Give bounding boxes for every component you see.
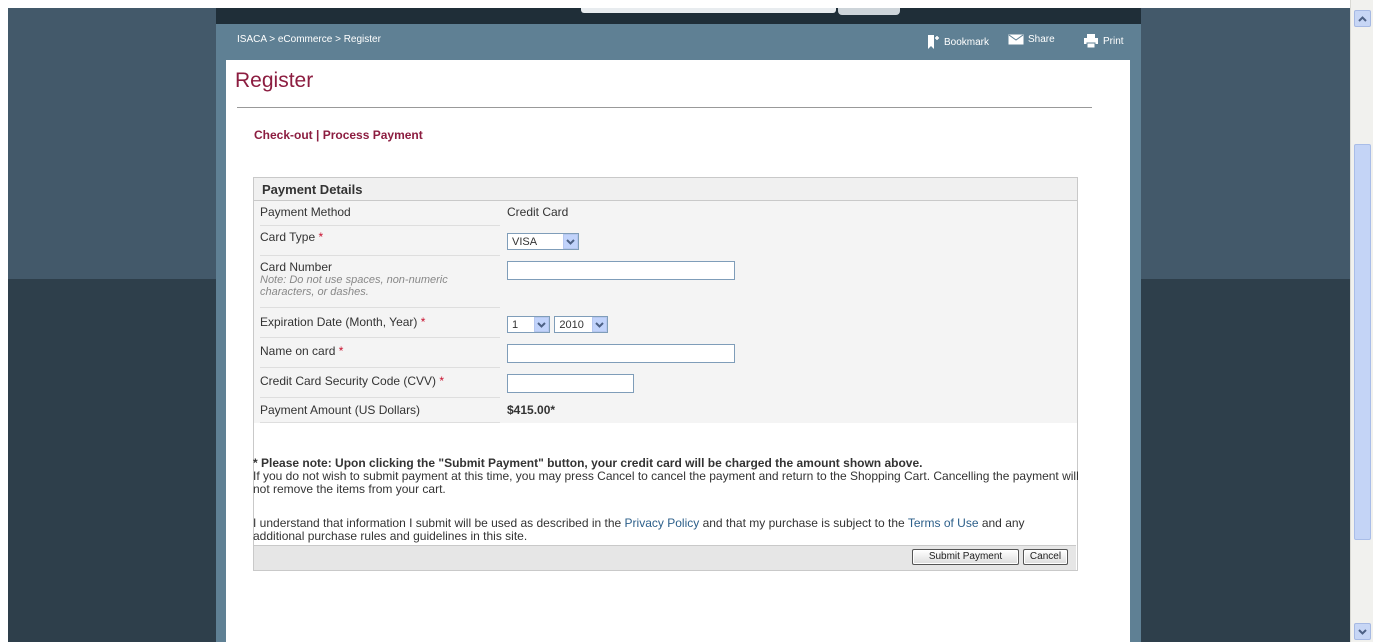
payment-notice: * Please note: Upon clicking the "Submit…	[253, 457, 1079, 496]
row-expiration: Expiration Date (Month, Year) * 1 2010	[254, 308, 1077, 338]
share-link[interactable]: Share	[1008, 34, 1055, 45]
privacy-policy-link[interactable]: Privacy Policy	[625, 516, 700, 530]
row-payment-method: Payment Method Credit Card	[254, 201, 1077, 226]
print-label: Print	[1103, 35, 1124, 47]
printer-icon	[1083, 34, 1099, 48]
panel-header: Payment Details	[254, 178, 1077, 201]
row-card-type: Card Type * VISA	[254, 226, 1077, 256]
breadcrumb[interactable]: ISACA > eCommerce > Register	[237, 34, 381, 45]
payment-method-value: Credit Card	[507, 205, 569, 219]
window-left-edge	[0, 0, 8, 642]
panel-title: Payment Details	[262, 182, 363, 197]
payment-notice-bold: * Please note: Upon clicking the "Submit…	[253, 456, 923, 470]
expiration-label: Expiration Date (Month, Year) *	[260, 308, 500, 338]
chevron-down-icon	[563, 234, 578, 249]
payment-details-panel: Payment Details Payment Method Credit Ca…	[253, 177, 1078, 571]
bookmark-link[interactable]: Bookmark	[926, 34, 989, 50]
card-number-label: Card Number	[260, 260, 333, 274]
card-number-input[interactable]	[507, 261, 735, 280]
terms-statement: I understand that information I submit w…	[253, 516, 1025, 543]
bookmark-label: Bookmark	[944, 36, 990, 48]
card-number-note: Note: Do not use spaces, non-numeric cha…	[260, 274, 448, 298]
cancel-button[interactable]: Cancel	[1023, 549, 1068, 565]
payment-notice-text: If you do not wish to submit payment at …	[253, 469, 1079, 496]
title-divider	[237, 107, 1092, 108]
vertical-scrollbar[interactable]	[1350, 0, 1373, 642]
top-search-button[interactable]	[838, 8, 900, 15]
payment-method-label: Payment Method	[260, 201, 500, 226]
bookmark-icon	[926, 34, 940, 50]
scrollbar-thumb[interactable]	[1354, 144, 1371, 540]
card-type-select[interactable]: VISA	[507, 233, 579, 250]
cvv-input[interactable]	[507, 374, 634, 393]
expiration-month-select[interactable]: 1	[507, 316, 550, 333]
payment-amount-value: $415.00*	[507, 403, 556, 417]
chevron-down-icon	[592, 317, 608, 332]
window-top-edge	[8, 0, 1350, 8]
scroll-up-icon[interactable]	[1354, 10, 1371, 27]
row-payment-amount: Payment Amount (US Dollars) $415.00*	[254, 398, 1077, 423]
scroll-down-icon[interactable]	[1354, 623, 1371, 640]
payment-amount-label: Payment Amount (US Dollars)	[260, 398, 500, 423]
share-label: Share	[1028, 34, 1055, 45]
page-title: Register	[235, 69, 314, 92]
row-card-number: Card Number Note: Do not use spaces, non…	[254, 256, 1077, 308]
terms-of-use-link[interactable]: Terms of Use	[908, 516, 979, 530]
expiration-year-select[interactable]: 2010	[554, 316, 609, 333]
form-actions-bar: Submit Payment Cancel	[254, 545, 1076, 570]
row-name-on-card: Name on card *	[254, 338, 1077, 368]
card-type-label: Card Type *	[260, 226, 500, 256]
submit-payment-button[interactable]: Submit Payment	[912, 549, 1019, 565]
checkout-steps: Check-out | Process Payment	[254, 128, 423, 142]
name-on-card-input[interactable]	[507, 344, 735, 363]
print-link[interactable]: Print	[1083, 34, 1124, 48]
name-on-card-label: Name on card *	[260, 338, 500, 368]
cvv-label: Credit Card Security Code (CVV) *	[260, 368, 500, 398]
card-number-label-cell: Card Number Note: Do not use spaces, non…	[260, 256, 500, 308]
chevron-down-icon	[534, 317, 549, 332]
top-search-field[interactable]	[581, 8, 836, 13]
envelope-icon	[1008, 34, 1024, 45]
row-cvv: Credit Card Security Code (CVV) *	[254, 368, 1077, 398]
